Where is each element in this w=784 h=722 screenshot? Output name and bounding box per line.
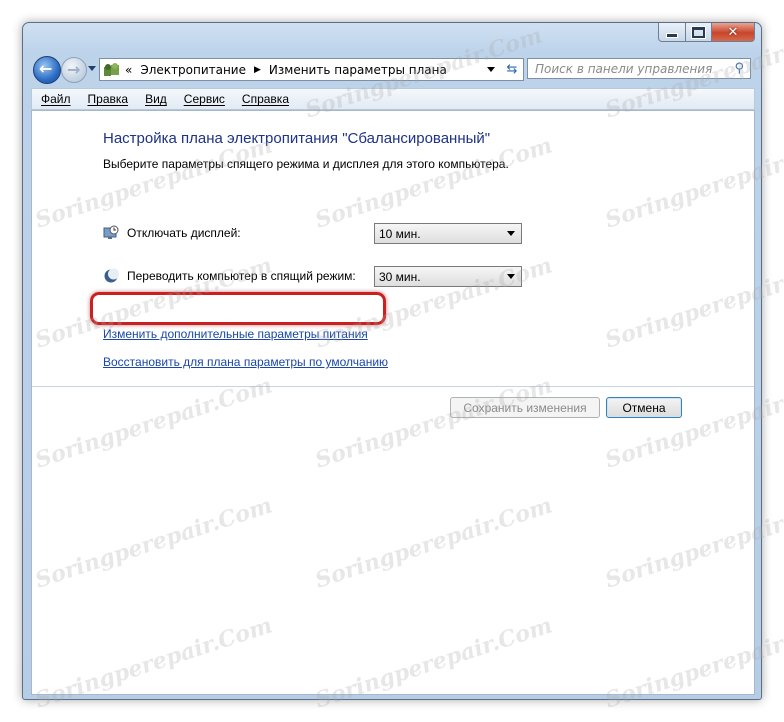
back-arrow-icon: ← (39, 59, 53, 78)
maximize-button[interactable] (686, 23, 712, 42)
display-off-select[interactable]: 10 мин. (374, 223, 522, 244)
back-button[interactable]: ← (33, 56, 61, 84)
sleep-select[interactable]: 30 мин. (374, 266, 522, 287)
menu-edit[interactable]: Правка (79, 92, 137, 106)
menu-tools[interactable]: Сервис (175, 92, 233, 106)
advanced-settings-link[interactable]: Изменить дополнительные параметры питани… (103, 327, 368, 341)
window-caption-buttons: ✕ (658, 23, 755, 42)
moon-icon (104, 268, 119, 283)
page-subtitle: Выберите параметры спящего режима и дисп… (103, 157, 509, 171)
navigation-bar: ← → « Электропитание ▶ Изменить параметр… (31, 55, 751, 85)
divider (32, 386, 754, 387)
control-panel-window: ✕ ← → « Электропитание ▶ Изменить параме… (22, 22, 762, 700)
display-off-label: Отключать дисплей: (127, 226, 241, 240)
address-dropdown-icon[interactable] (487, 67, 495, 72)
monitor-clock-icon (103, 225, 119, 239)
breadcrumb-separator-icon[interactable]: ▶ (254, 65, 261, 75)
chevron-down-icon (507, 274, 515, 279)
close-button[interactable]: ✕ (712, 23, 755, 42)
chevron-down-icon (507, 231, 515, 236)
history-dropdown-icon[interactable] (88, 66, 96, 71)
refresh-icon: ⇆ (506, 62, 518, 77)
menu-view[interactable]: Вид (136, 92, 175, 106)
save-button-label: Сохранить изменения (463, 400, 587, 415)
save-button[interactable]: Сохранить изменения (450, 397, 600, 418)
forward-button[interactable]: → (61, 57, 87, 83)
minimize-icon (666, 32, 678, 38)
display-off-value: 10 мин. (379, 226, 421, 241)
sleep-value: 30 мин. (379, 269, 421, 284)
display-setting-row: Отключать дисплей: (103, 225, 241, 241)
refresh-button[interactable]: ⇆ (501, 58, 524, 81)
breadcrumb-power-options[interactable]: Электропитание (140, 63, 246, 77)
sleep-label: Переводить компьютер в спящий режим: (127, 269, 356, 283)
search-input[interactable]: Поиск в панели управления ⚲ (527, 58, 751, 79)
restore-defaults-link[interactable]: Восстановить для плана параметры по умол… (103, 355, 388, 369)
control-panel-icon (104, 62, 119, 76)
close-icon: ✕ (727, 24, 739, 40)
sleep-setting-row: Переводить компьютер в спящий режим: (103, 268, 356, 284)
address-bar[interactable]: « Электропитание ▶ Изменить параметры пл… (99, 58, 503, 81)
cancel-button-label: Отмена (622, 400, 666, 415)
breadcrumb-edit-plan[interactable]: Изменить параметры плана (269, 63, 447, 77)
menu-file[interactable]: Файл (32, 92, 79, 106)
breadcrumb-overflow[interactable]: « (125, 63, 132, 77)
cancel-button[interactable]: Отмена (606, 397, 682, 418)
minimize-button[interactable] (658, 23, 686, 42)
menu-bar: Файл Правка Вид Сервис Справка (31, 88, 755, 110)
forward-arrow-icon: → (67, 60, 81, 79)
search-placeholder: Поиск в панели управления (535, 61, 713, 76)
highlight-annotation (90, 292, 386, 325)
search-icon[interactable]: ⚲ (734, 61, 744, 76)
menu-help[interactable]: Справка (233, 92, 297, 106)
page-title: Настройка плана электропитания "Сбаланси… (103, 130, 491, 147)
main-content: Настройка плана электропитания "Сбаланси… (31, 110, 755, 695)
maximize-icon (691, 25, 706, 39)
